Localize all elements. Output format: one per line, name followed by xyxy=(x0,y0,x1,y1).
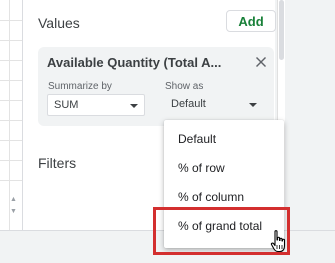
grid-line xyxy=(0,160,22,161)
grid-line xyxy=(0,80,22,81)
show-as-label: Show as xyxy=(165,81,204,92)
grid-line xyxy=(0,20,22,21)
summarize-by-value: SUM xyxy=(54,99,79,111)
grid-line xyxy=(0,40,22,41)
chevron-down-icon xyxy=(130,104,138,108)
values-section-title: Values xyxy=(38,15,80,31)
hand-cursor-icon xyxy=(270,230,286,253)
value-field-title: Available Quantity (Total A... xyxy=(47,55,222,70)
grid-line xyxy=(0,60,22,61)
filters-section-title: Filters xyxy=(38,155,77,171)
show-as-value: Default xyxy=(171,98,206,110)
close-icon[interactable] xyxy=(255,56,267,68)
grid-line xyxy=(0,180,22,181)
chevron-down-icon xyxy=(249,103,257,107)
scroll-up-icon[interactable]: ▲ xyxy=(10,196,17,204)
grid-line xyxy=(0,120,22,121)
summarize-by-select[interactable]: SUM xyxy=(47,94,145,116)
grid-line xyxy=(0,140,22,141)
menu-item-default[interactable]: Default xyxy=(164,125,284,154)
show-as-select[interactable]: Default xyxy=(165,94,263,116)
background-area xyxy=(285,0,335,230)
scroll-down-icon[interactable]: ▼ xyxy=(10,208,17,216)
add-value-button[interactable]: Add xyxy=(226,10,276,32)
scrollbar-thumb[interactable] xyxy=(279,0,284,60)
pivot-editor-screen: ▲ ▼ Values Add Available Quantity (Total… xyxy=(0,0,335,263)
menu-item-percent-of-row[interactable]: % of row xyxy=(164,154,284,183)
sheet-grid-edge: ▲ ▼ xyxy=(0,0,23,230)
value-field-card: Available Quantity (Total A... Summarize… xyxy=(38,47,274,126)
grid-line xyxy=(0,100,22,101)
summarize-by-label: Summarize by xyxy=(48,81,112,92)
